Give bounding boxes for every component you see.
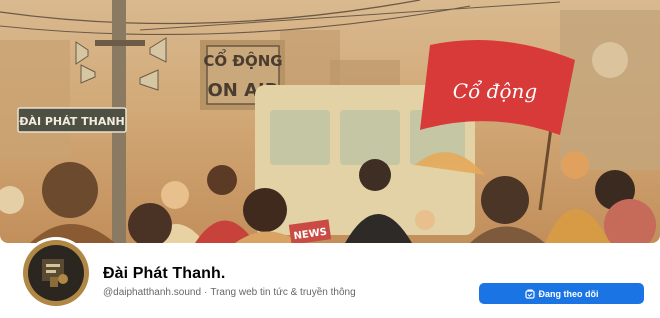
profile-avatar[interactable] [20, 237, 92, 309]
meta-separator: · [204, 287, 208, 298]
cover-photo[interactable]: CỔ ĐỘNG ON AIR ĐÀI PHÁT THANH Cổ động NE… [0, 0, 660, 243]
following-button[interactable]: Đang theo dõi [479, 283, 644, 304]
page-header: CỔ ĐỘNG ON AIR ĐÀI PHÁT THANH Cổ động NE… [0, 0, 660, 318]
flag-text: Cổ động [453, 79, 537, 103]
page-name: Đài Phát Thanh. [103, 265, 226, 282]
following-button-label: Đang theo dõi [538, 288, 599, 299]
page-meta: @daiphatthanh.sound · Trang web tin tức & … [103, 287, 356, 298]
page-category[interactable]: Trang web tin tức & truyền thông [210, 287, 355, 298]
billboard-top-text: CỔ ĐỘNG [203, 48, 282, 70]
following-icon [524, 288, 535, 299]
page-handle[interactable]: @daiphatthanh.sound [103, 287, 201, 298]
cover-illustration: CỔ ĐỘNG ON AIR ĐÀI PHÁT THANH Cổ động NE… [0, 0, 660, 243]
logo-icon [42, 259, 68, 287]
street-sign-text: ĐÀI PHÁT THANH [19, 115, 125, 128]
